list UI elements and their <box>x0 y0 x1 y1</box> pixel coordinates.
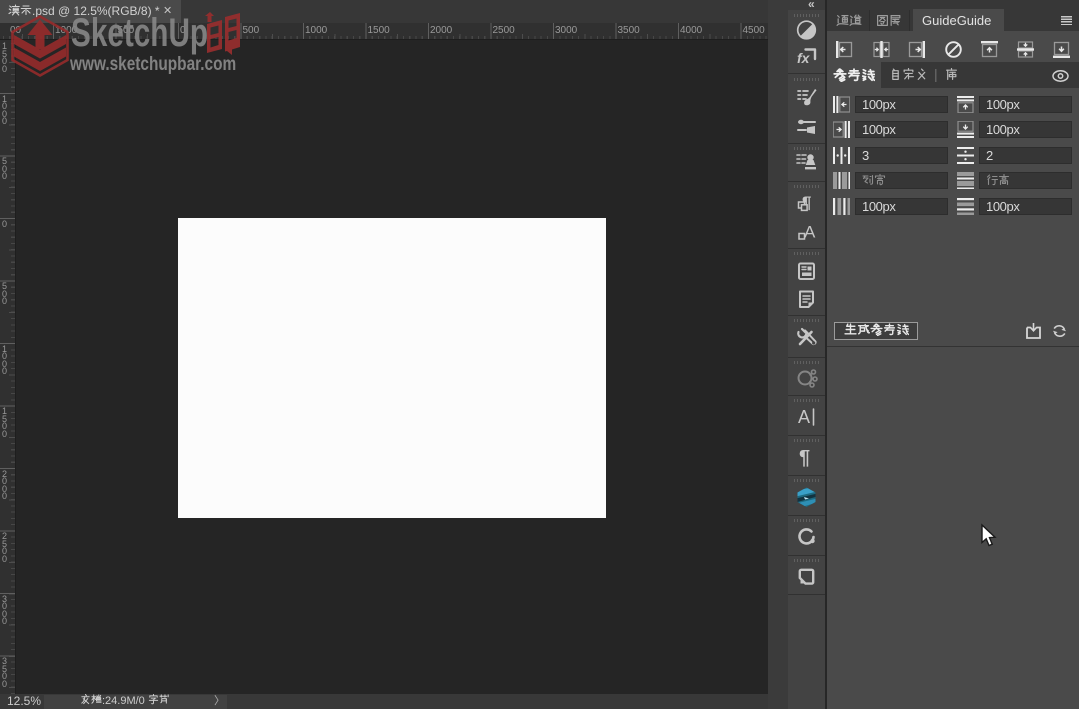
svg-text:fx: fx <box>797 50 811 66</box>
svg-text:¶: ¶ <box>799 447 810 469</box>
svg-text:A: A <box>798 407 810 427</box>
svg-text:A: A <box>804 223 816 242</box>
